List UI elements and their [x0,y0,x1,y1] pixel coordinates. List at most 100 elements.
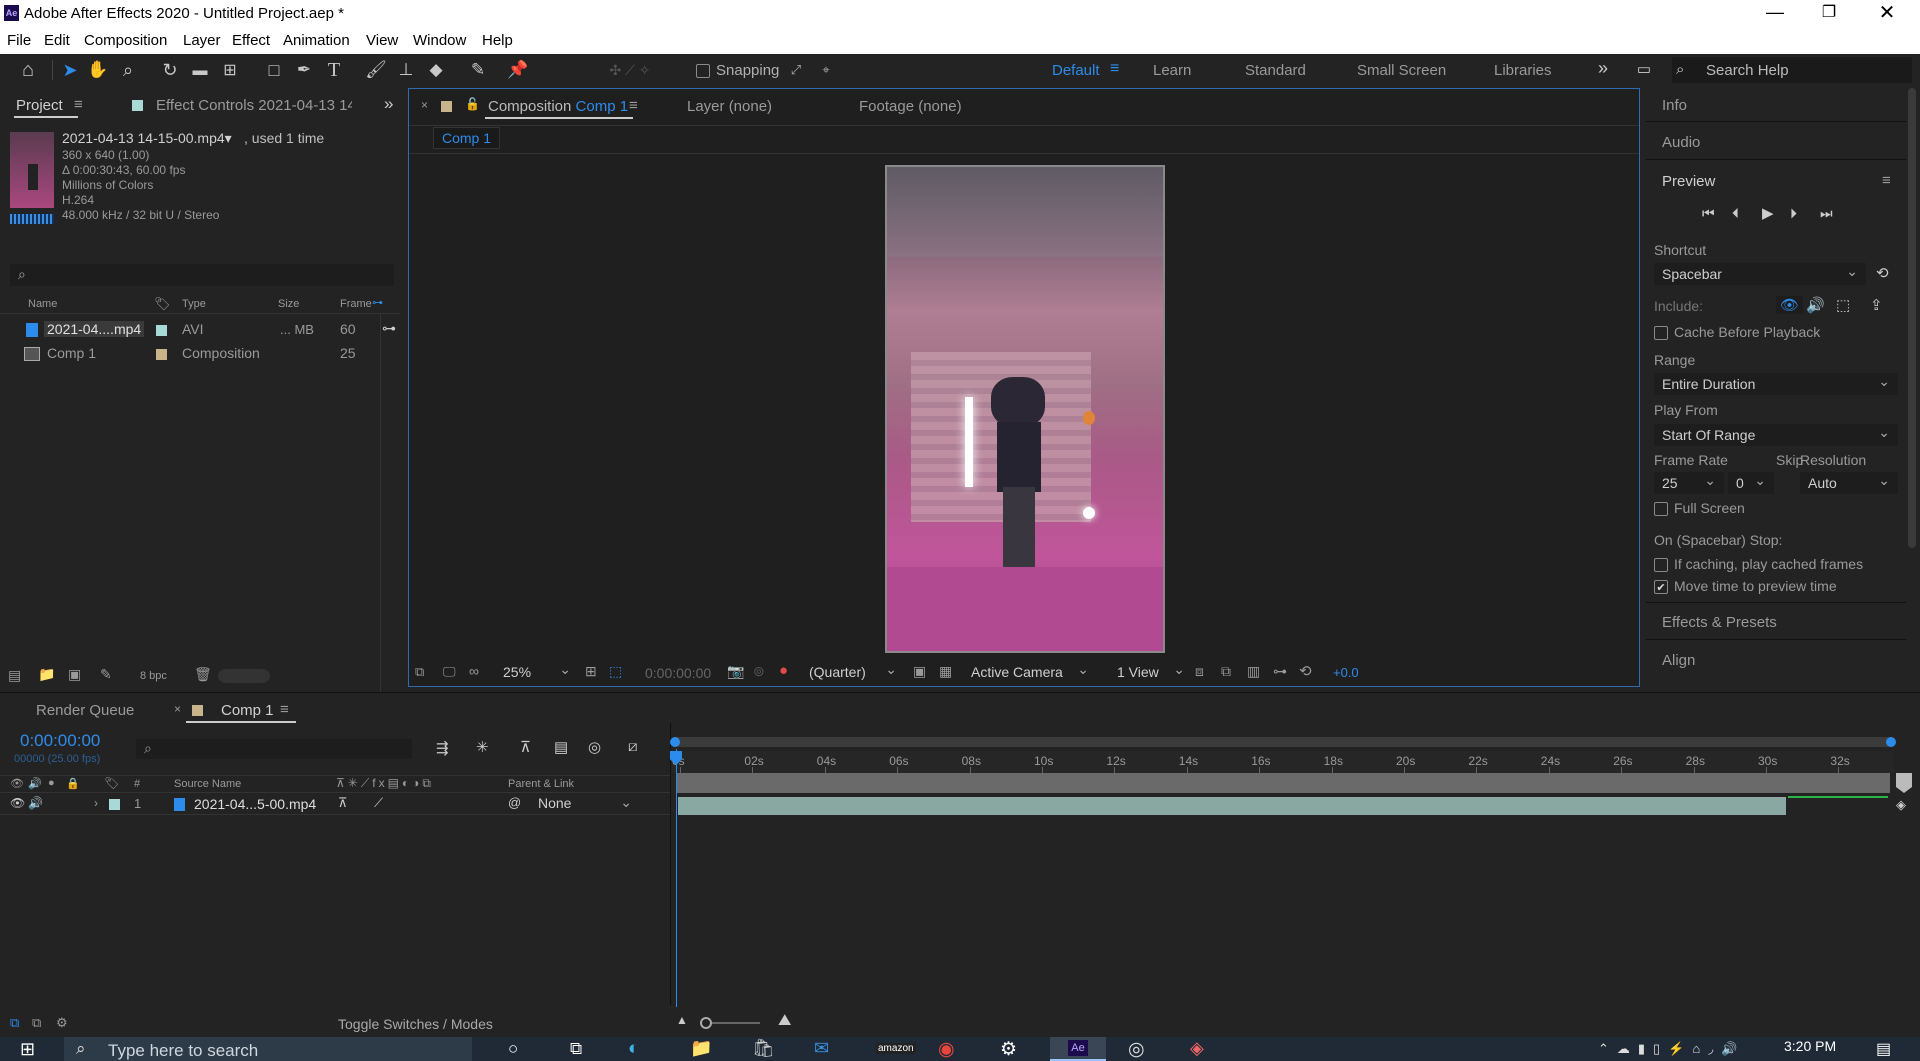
magnification-dropdown[interactable]: 25% [495,661,579,683]
reset-icon[interactable]: ⟲ [1876,264,1889,282]
workspace-standard[interactable]: Standard [1245,62,1306,79]
column-name[interactable]: Name [28,298,57,310]
store-icon[interactable]: 🛍 [752,1038,775,1059]
timeline-timecode[interactable]: 0:00:00:00 [20,731,100,751]
menu-composition[interactable]: Composition [84,32,167,49]
shy-icon[interactable]: ⊼ [520,738,531,756]
vr-icon[interactable]: ∞ [469,663,479,679]
comp-flowchart-icon[interactable]: ⇶ [436,739,449,757]
timeline-icon[interactable]: ▥ [1247,663,1260,680]
pick-whip-icon[interactable]: @ [508,795,521,810]
expand-layer-icon[interactable]: › [94,796,98,810]
after-effects-taskbar-icon[interactable]: Ae [1050,1037,1106,1061]
roblox-studio-icon[interactable]: ◈ [1190,1038,1204,1059]
bpc-button[interactable]: 8 bpc [140,670,167,682]
video-visibility-icon[interactable]: 👁 [10,796,25,810]
always-preview-icon[interactable]: ⧉ [415,664,424,680]
menu-help[interactable]: Help [482,32,513,49]
interpret-footage-icon[interactable]: ▤ [8,667,21,684]
graph-editor-icon[interactable]: ⧄ [628,738,638,755]
motion-blur-icon[interactable]: ◎ [588,738,601,756]
tab-footage[interactable]: Footage (none) [859,98,962,115]
new-composition-icon[interactable]: ▣ [68,666,81,683]
label-color-swatch[interactable] [156,325,167,336]
thumbnail-slider[interactable] [218,669,270,683]
roto-brush-tool-icon[interactable]: ✎ [466,58,490,82]
move-time-checkbox[interactable]: ✔ [1654,580,1668,594]
obs-icon[interactable]: ◎ [1128,1038,1145,1061]
tab-comp-1[interactable]: Comp 1 [221,702,274,719]
taskbar-clock[interactable]: 3:20 PM [1784,1038,1836,1054]
edge-icon[interactable]: ◐ [628,1038,639,1060]
zoom-tool-icon[interactable]: ⌕ [116,58,140,82]
hand-tool-icon[interactable]: ✋ [86,58,110,82]
puppet-tool-icon[interactable]: 📌 [506,58,530,82]
preview-menu-icon[interactable]: ≡ [1882,172,1891,189]
pen-tool-icon[interactable]: ✒ [292,58,316,82]
selection-tool-icon[interactable]: ➤ [58,58,82,82]
play-from-dropdown[interactable]: Start Of Range [1654,424,1898,446]
menu-file[interactable]: File [7,32,31,49]
comp-breadcrumb[interactable]: Comp 1 [433,127,501,149]
footage-name[interactable]: 2021-04-13 14-15-00.mp4▾ [62,130,232,147]
menu-view[interactable]: View [366,32,398,49]
type-tool-icon[interactable]: T [322,58,346,82]
first-frame-icon[interactable]: ⏮ [1702,205,1715,222]
work-area-bar[interactable] [670,737,1896,747]
exposure-value[interactable]: +0.0 [1333,665,1359,680]
next-frame-icon[interactable]: ⏵ [1790,205,1797,222]
search-help-input[interactable]: Search Help [1706,62,1789,79]
layer-duration-bar[interactable] [678,797,1786,815]
table-row[interactable]: 👁 🔊 › 1 2021-04...5-00.mp4 ⊼ ⟋ @ None [0,794,670,815]
video-switch-icon[interactable]: 👁 [10,777,24,790]
channel-icon[interactable]: ● [779,662,788,679]
full-screen-checkbox[interactable] [1654,502,1668,516]
align-header[interactable]: Align [1646,642,1906,678]
toggle-switches-modes-button[interactable]: Toggle Switches / Modes [338,1016,493,1032]
audio-switch-icon[interactable]: 🔊 [28,777,42,790]
flowchart-icon[interactable]: ⊶ [372,296,383,309]
timeline-search-field[interactable]: ⌕ [136,739,412,759]
cache-checkbox[interactable] [1654,326,1668,340]
camera-dropdown[interactable]: Active Camera [963,661,1097,683]
project-search-field[interactable]: ⌕ [10,264,394,286]
previous-frame-icon[interactable]: ⏴ [1732,205,1739,222]
safe-zones-icon[interactable]: ⊞ [585,663,597,680]
audio-panel-header[interactable]: Audio [1646,124,1906,160]
minimize-icon[interactable]: — [1760,2,1790,23]
close-tab-icon[interactable]: × [421,98,428,112]
include-external-icon[interactable]: ⇪ [1870,296,1883,314]
effects-presets-header[interactable]: Effects & Presets [1646,604,1906,640]
menu-effect[interactable]: Effect [232,32,270,49]
workspace-menu-icon[interactable]: ≡ [1110,60,1119,78]
current-time[interactable]: 0:00:00:00 [645,665,711,681]
rectangle-tool-icon[interactable]: □ [262,58,286,82]
last-frame-icon[interactable]: ⏭ [1820,205,1833,222]
info-panel-header[interactable]: Info [1646,88,1906,122]
menu-animation[interactable]: Animation [283,32,350,49]
right-scrollbar[interactable] [1908,88,1916,548]
snapshot-icon[interactable]: 📷 [727,663,744,680]
project-tab-menu-icon[interactable]: ≡ [74,96,83,113]
layer-switches-pane-icon[interactable]: ⧉ [10,1015,19,1031]
include-overlays-icon[interactable]: ⬚ [1836,296,1850,314]
sync-settings-icon[interactable]: ▭ [1632,60,1656,78]
column-type[interactable]: Type [182,298,206,310]
fast-previews-icon[interactable]: ⧉ [1221,663,1231,680]
clone-stamp-tool-icon[interactable]: ⊥ [394,58,418,82]
close-tab-icon[interactable]: × [174,702,181,716]
zoom-out-icon[interactable]: ▲ [676,1013,688,1027]
mask-visibility-icon[interactable]: ⬚ [609,663,622,680]
reset-exposure-icon[interactable]: ⟲ [1299,662,1312,680]
modes-pane-icon[interactable]: ⧉ [32,1015,41,1031]
lock-icon[interactable]: 🔒 [66,777,80,790]
task-view-icon[interactable]: ⧉ [570,1039,582,1059]
home-icon[interactable]: ⌂ [16,58,40,82]
chrome-icon[interactable]: ◉ [938,1038,955,1061]
transparency-grid-icon[interactable]: ▦ [939,663,952,680]
stretch-pane-icon[interactable]: ⚙ [56,1015,68,1031]
eraser-tool-icon[interactable]: ◆ [424,58,448,82]
label-tag-icon[interactable]: 🏷 [104,776,119,790]
new-folder-icon[interactable]: 📁 [38,666,55,683]
parent-dropdown[interactable]: None [530,794,640,814]
